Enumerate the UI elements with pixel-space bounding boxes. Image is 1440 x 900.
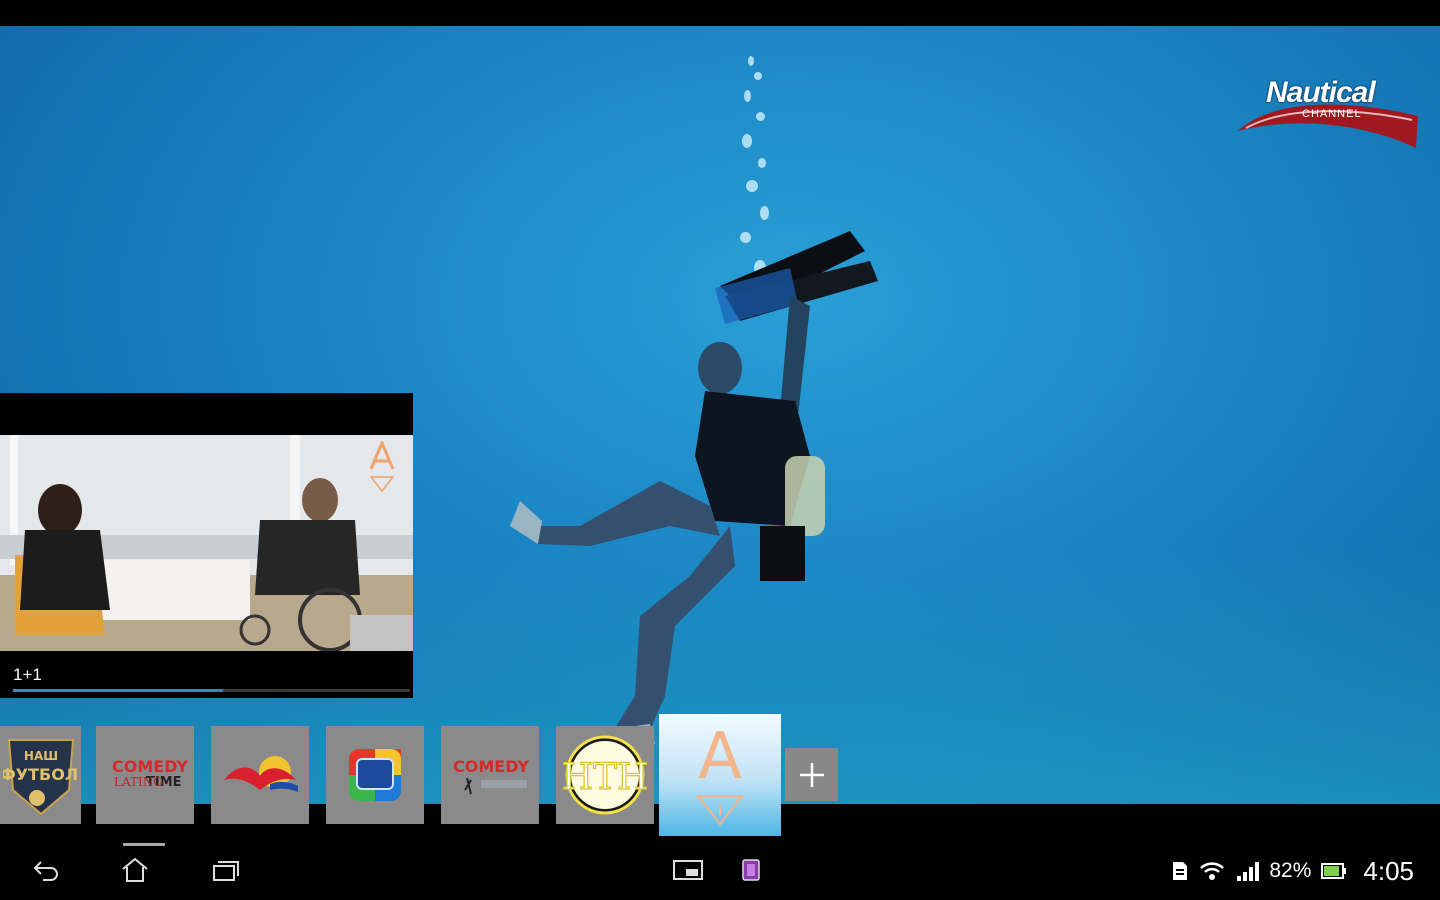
amedia-watermark-icon (369, 441, 395, 493)
status-area: 82% 4:05 (1171, 856, 1414, 886)
recent-apps-button[interactable] (205, 852, 245, 888)
logo-word: Nautical (1266, 76, 1376, 109)
hth-logo-icon: HTH (563, 735, 647, 815)
nautical-channel-logo: Nautical CHANNEL (1236, 76, 1420, 152)
amedia-logo-icon: A (695, 720, 745, 826)
small-apps-icon (673, 860, 703, 880)
recent-apps-icon (213, 861, 239, 881)
home-button[interactable] (115, 852, 155, 888)
comedy-time-logo-icon: COMEDY TIME LATINO (112, 757, 188, 790)
sd-card-icon (1173, 862, 1188, 880)
football-shield-logo-icon: НАШ ФУТБОЛ (3, 739, 78, 816)
scuba-diver-image (510, 231, 878, 746)
battery-percent: 82% (1269, 859, 1312, 882)
comedy-logo-icon: COMEDY (453, 757, 529, 795)
futbol-top-text: НАШ (23, 749, 57, 763)
comedy-time-text: COMEDY (112, 757, 188, 776)
channel-tile-red-bull[interactable] (211, 726, 309, 824)
comedy-time-latino-text: LATINO (114, 775, 163, 789)
pip-channel-label: 1+1 (13, 665, 42, 684)
channel-tile-comedy[interactable]: COMEDY (441, 726, 539, 824)
pip-video-frame[interactable] (0, 435, 413, 651)
futbol-main-text: ФУТБОЛ (3, 765, 78, 784)
clock: 4:05 (1363, 855, 1414, 886)
add-channel-button[interactable] (785, 748, 838, 801)
small-apps-button[interactable] (668, 852, 708, 888)
channel-tile-globo[interactable] (326, 726, 424, 824)
globo-tv-logo-icon (349, 749, 401, 801)
channel-tile-comedy-time-latino[interactable]: COMEDY TIME LATINO (96, 726, 194, 824)
app-shortcut-icon (742, 859, 760, 881)
battery-icon (1321, 863, 1347, 879)
logo-subtitle: CHANNEL (1302, 108, 1362, 120)
pip-preview-window[interactable]: 1+1 (0, 393, 413, 698)
pip-progress-bar (13, 689, 410, 692)
back-icon (33, 861, 58, 881)
signal-icon (1237, 862, 1260, 881)
home-indicator-line (123, 843, 165, 846)
system-navigation-bar: 82% 4:05 (0, 836, 1440, 900)
channel-tile-hth[interactable]: HTH (556, 726, 654, 824)
plus-icon (799, 762, 824, 787)
channel-tile-nash-futbol[interactable]: НАШ ФУТБОЛ (0, 726, 81, 824)
back-button[interactable] (26, 852, 66, 888)
hth-text: HTH (563, 757, 647, 798)
channel-tile-amedia-selected[interactable]: A (659, 714, 781, 836)
app-shortcut-button[interactable] (731, 852, 771, 888)
amedia-text: A (698, 720, 742, 794)
comedy2-text: COMEDY (453, 757, 529, 776)
wifi-icon (1200, 862, 1225, 880)
pip-progress-fill (13, 689, 224, 692)
channel-strip: НАШ ФУТБОЛ COMEDY TIME LATINO COMEDY HTH… (0, 714, 860, 836)
status-top-bar (0, 0, 1440, 26)
home-icon (122, 857, 148, 882)
red-bull-logo-icon (224, 756, 298, 792)
